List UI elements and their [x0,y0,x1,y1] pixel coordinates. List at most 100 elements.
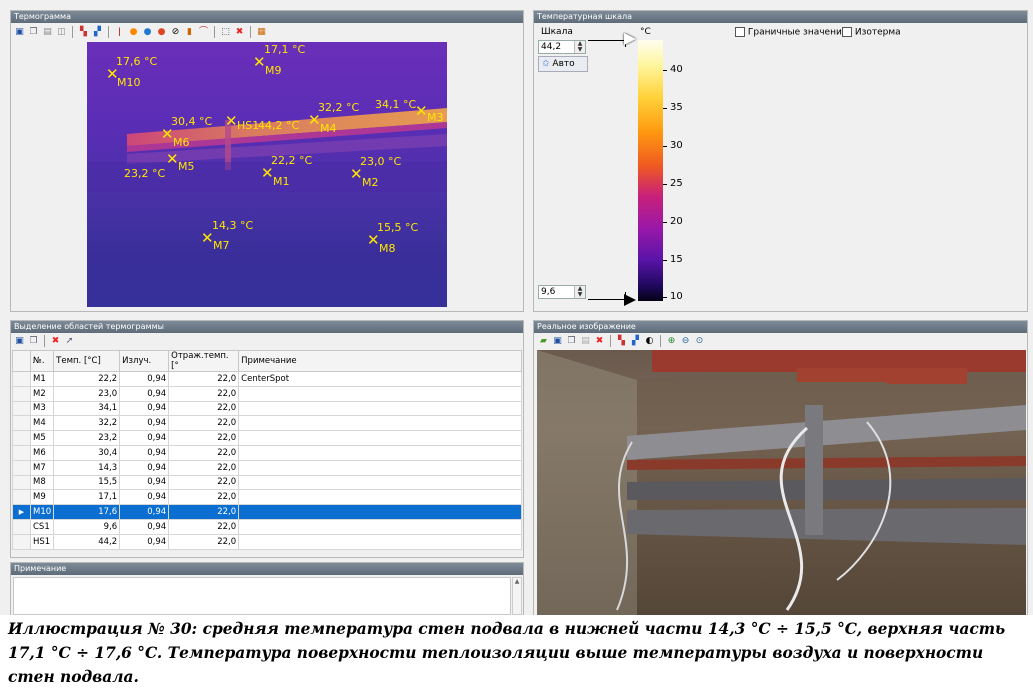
spinner-arrows[interactable]: ▲ ▼ [574,286,585,298]
cell-temp: 17,1 [53,489,121,506]
export-icon[interactable]: ◫ [55,26,68,39]
isotherm-checkbox[interactable]: Изотерма [842,27,901,38]
pin-icon[interactable]: ➚ [63,335,76,348]
table-row[interactable]: CS1 9,6 0,94 22,0 [12,518,522,535]
checkbox-box[interactable] [735,27,745,37]
note-panel: Примечание ▲ [10,562,524,615]
marker-temp: 14,3 °C [212,219,254,232]
scale-tick: 40 [663,64,683,75]
auto-button[interactable]: ✩ Авто [538,56,588,72]
close-icon[interactable]: ✖ [593,335,606,348]
table-row[interactable]: ▶ M10 17,6 0,94 22,0 [12,504,522,520]
checkbox-box[interactable] [842,27,852,37]
note-scrollbar[interactable]: ▲ [512,577,522,615]
scale-panel-title: Температурная шкала [534,11,1027,23]
save-icon[interactable]: ▣ [13,335,26,348]
cell-emissivity: 0,94 [119,489,170,506]
contrast-icon[interactable]: ◐ [643,335,656,348]
palette-icon[interactable]: ▚ [77,26,90,39]
cell-id: M3 [29,400,55,417]
table-row[interactable]: M5 23,2 0,94 22,0 [12,430,522,446]
delete-spot-icon[interactable]: ⊘ [169,26,182,39]
table-row[interactable]: M8 15,5 0,94 22,0 [12,474,522,491]
column-header[interactable]: Темп. [°C] [53,350,121,372]
cell-emissivity: 0,94 [119,504,170,520]
table-row[interactable]: M9 17,1 0,94 22,0 [12,489,522,506]
spot-blue-icon[interactable]: ● [141,26,154,39]
max-arrow-line [588,40,626,47]
table-row[interactable]: M1 22,2 0,94 22,0 CenterSpot [12,371,522,387]
marker-temp: 17,6 °C [116,55,158,68]
table-row[interactable]: M4 32,2 0,94 22,0 [12,415,522,432]
marker-label: M10 [117,76,141,89]
spot-orange-icon[interactable]: ● [127,26,140,39]
spinner-arrows[interactable]: ▲ ▼ [574,41,585,53]
save-icon[interactable]: ▣ [551,335,564,348]
zoom-out-icon[interactable]: ⊖ [679,335,692,348]
delete-icon[interactable]: ✖ [49,335,62,348]
print-icon[interactable]: ▤ [41,26,54,39]
unit-label: °C [640,27,651,37]
scale-tick: 25 [663,178,683,189]
table-row[interactable]: M7 14,3 0,94 22,0 [12,459,522,476]
cell-id: CS1 [29,518,55,535]
min-value-spinner[interactable]: 9,6 ▲ ▼ [538,285,586,299]
table-row[interactable]: M3 34,1 0,94 22,0 [12,400,522,417]
toolbar-separator [44,335,45,347]
cell-temp: 32,2 [53,415,121,432]
column-header[interactable]: Примечание [238,350,522,372]
cell-reflected-temp: 22,0 [168,444,240,461]
save-icon[interactable]: ▣ [13,26,26,39]
marker-temp: 23,0 °C [360,155,402,168]
marker-label: M4 [320,122,337,135]
swap-icon[interactable]: ▞ [629,335,642,348]
marker-temp: 17,1 °C [264,43,306,56]
swap-icon[interactable]: ▞ [91,26,104,39]
zoom-fit-icon[interactable]: ⊙ [693,335,706,348]
table-row[interactable]: M2 23,0 0,94 22,0 [12,385,522,402]
profile-icon[interactable]: ⌒ [197,26,210,39]
cell-temp: 9,6 [53,518,121,535]
max-arrow-icon[interactable] [624,33,636,45]
copy-icon[interactable]: ❐ [27,335,40,348]
cell-note [238,385,522,402]
min-arrow-icon[interactable] [624,294,636,306]
thermometer-icon[interactable]: ǀ [113,26,126,39]
star-icon: ✩ [542,59,550,69]
table-row[interactable]: HS1 44,2 0,94 22,0 [12,533,522,550]
palette-icon[interactable]: ▚ [615,335,628,348]
paste-icon[interactable]: ▤ [579,335,592,348]
cell-reflected-temp: 22,0 [168,400,240,417]
select-area-icon[interactable]: ⬚ [219,26,232,39]
cell-temp: 44,2 [53,533,121,550]
thermal-image[interactable]: ✕ 17,6 °C M10 ✕ 17,1 °C M9 ✕ 30,4 °C M6 ✕ HS1 44… [87,42,447,307]
real-photo[interactable] [537,350,1026,615]
cell-id: M10 [29,504,55,520]
marker-label: M9 [265,64,282,77]
grid-icon[interactable]: ▦ [255,26,268,39]
histogram-icon[interactable]: ▮ [183,26,196,39]
copy-icon[interactable]: ❐ [27,26,40,39]
open-icon[interactable]: ▰ [537,335,550,348]
column-header[interactable]: №. [29,350,55,372]
table-row[interactable]: M6 30,4 0,94 22,0 [12,444,522,461]
limits-checkbox[interactable]: Граничные значения [735,27,847,38]
close-icon[interactable]: ✖ [233,26,246,39]
cell-note: CenterSpot [238,371,522,387]
cell-note [238,474,522,491]
copy-icon[interactable]: ❐ [565,335,578,348]
max-value-spinner[interactable]: 44,2 ▲ ▼ [538,40,586,54]
note-textarea[interactable] [13,577,511,615]
isotherm-label: Изотерма [854,27,901,38]
spot-red-icon[interactable]: ● [155,26,168,39]
toolbar-separator [250,26,251,38]
cell-emissivity: 0,94 [119,533,170,550]
column-header[interactable]: Отраж.темп. [° [168,350,240,372]
cell-reflected-temp: 22,0 [168,489,240,506]
marker-temp: 34,1 °C [375,98,417,111]
scale-tick: 10 [663,291,683,302]
column-header[interactable]: Излуч. [119,350,170,372]
row-indicator [12,533,31,550]
cell-temp: 15,5 [53,474,121,491]
zoom-in-icon[interactable]: ⊕ [665,335,678,348]
